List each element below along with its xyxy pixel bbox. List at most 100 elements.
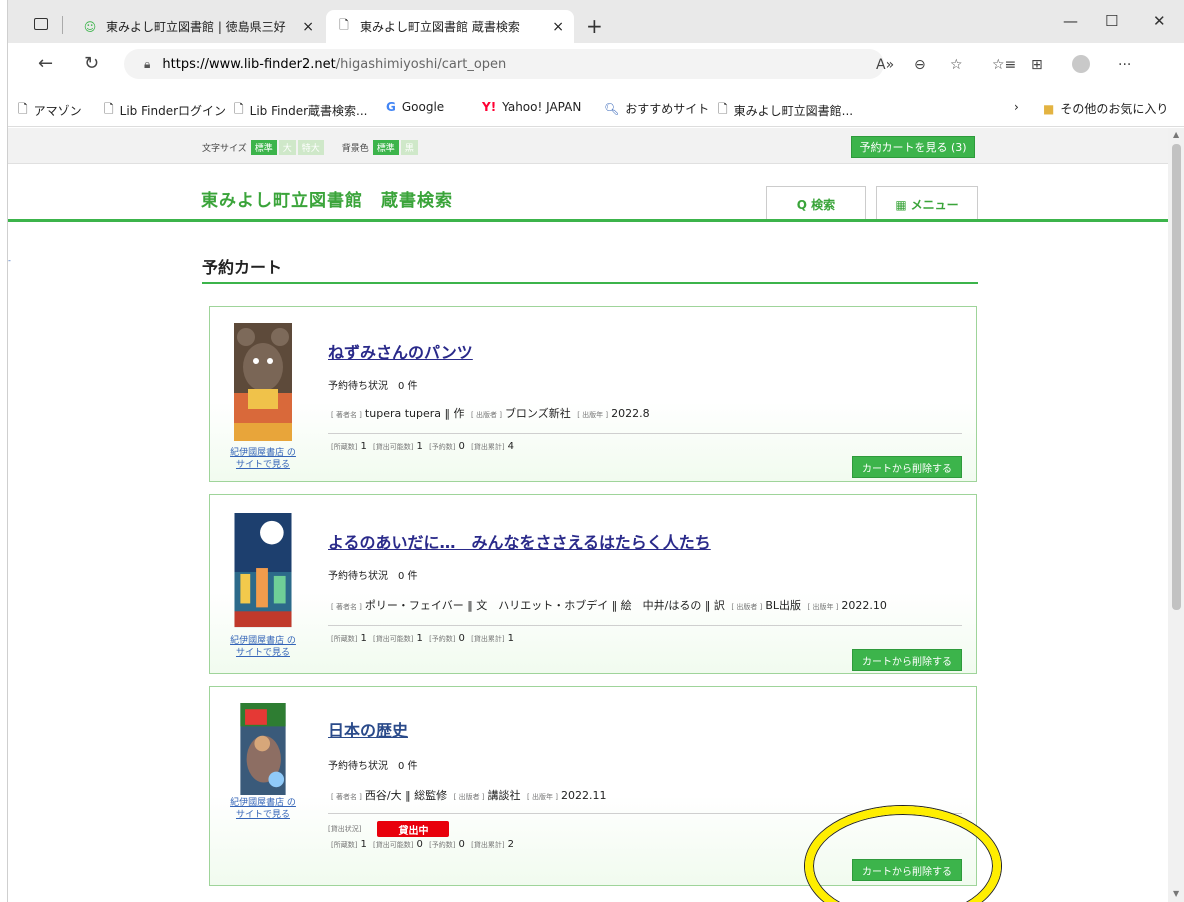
url-path: /higashimiyoshi/cart_open: [335, 56, 507, 72]
divider: [328, 813, 962, 814]
tab-title: 東みよし町立図書館 蔵書検索: [360, 20, 520, 34]
close-window-button[interactable]: ✕: [1153, 12, 1166, 30]
bookmark-libfinder-search[interactable]: 🗋 Lib Finder蔵書検索...: [234, 100, 367, 121]
profile-avatar[interactable]: [1072, 55, 1090, 73]
page-top-strip: 文字サイズ 標準 大 特大 背景色 標準 黒 予約カートを見る (3): [8, 128, 1168, 164]
lock-icon: 🔒︎: [144, 56, 151, 71]
refresh-icon[interactable]: ↻: [84, 53, 99, 74]
author: 西谷/大 ‖ 総監修: [364, 789, 448, 802]
lend-status-row: [貸出状況] 貸出中: [328, 821, 450, 837]
divider: [328, 625, 962, 626]
bg-black[interactable]: 黒: [400, 140, 418, 155]
font-size-label: 文字サイズ: [202, 144, 247, 154]
title-underline: [202, 282, 978, 284]
bookmark-recommended[interactable]: 🔍︎ おすすめサイト: [604, 100, 709, 117]
scroll-down-icon[interactable]: ▼: [1173, 889, 1179, 898]
other-favorites[interactable]: ■ その他のお気に入り: [1043, 100, 1168, 117]
address-bar-row: ← ↻ 🔒︎ https://www.lib-finder2.net /higa…: [8, 43, 1184, 87]
tab-title: 東みよし町立図書館 | 徳島県三好: [106, 20, 286, 34]
bookstore-link[interactable]: 紀伊國屋書店 のサイトで見る: [226, 635, 300, 659]
on-loan-badge: 貸出中: [377, 821, 450, 837]
url-field[interactable]: 🔒︎ https://www.lib-finder2.net /higashim…: [124, 49, 884, 79]
page-icon: 🗋: [339, 18, 349, 32]
font-size-normal[interactable]: 標準: [250, 140, 277, 155]
publisher: ブロンズ新社: [504, 407, 571, 420]
book-meta: [ 著者名 ] tupera tupera ‖ 作 [ 出版者 ] ブロンズ新社 […: [331, 407, 650, 420]
divider: [328, 433, 962, 434]
year: 2022.8: [611, 407, 650, 420]
font-size-xlarge[interactable]: 特大: [297, 140, 324, 155]
tab-close-icon[interactable]: ×: [302, 19, 314, 35]
menu-button[interactable]: ▦ メニュー: [876, 186, 978, 222]
page-title: 予約カート: [202, 258, 283, 277]
bg-color-label: 背景色: [341, 144, 369, 154]
cart-item: 紀伊國屋書店 のサイトで見る よるのあいだに… みんなをささえるはたらく人たち …: [209, 494, 977, 674]
bookstore-link[interactable]: 紀伊國屋書店 のサイトで見る: [226, 797, 300, 821]
more-menu-icon[interactable]: ···: [1118, 57, 1131, 73]
bookmark-yahoo[interactable]: Y! Yahoo! JAPAN: [482, 100, 581, 114]
book-meta: [ 著者名 ] 西谷/大 ‖ 総監修 [ 出版者 ] 講談社 [ 出版年 ] 2022…: [331, 789, 607, 802]
vertical-scrollbar[interactable]: ▲ ▼: [1168, 128, 1184, 902]
bookmark-library[interactable]: 🗋 東みよし町立図書館...: [718, 100, 853, 121]
favorites-bar: 🗋 アマゾン 🗋 Lib Finderログイン 🗋 Lib Finder蔵書検索...…: [8, 87, 1184, 127]
remove-from-cart-button[interactable]: カートから削除する: [852, 859, 962, 881]
publisher: BL出版: [765, 599, 801, 612]
back-arrow-icon[interactable]: ←: [38, 53, 53, 74]
google-icon: G: [386, 100, 396, 114]
library-favicon-icon: ☺: [83, 19, 97, 34]
cart-item: 紀伊國屋書店 のサイトで見る ねずみさんのパンツ 予約待ち状況 0 件 [ 著者…: [209, 306, 977, 482]
bg-normal[interactable]: 標準: [372, 140, 399, 155]
add-favorite-icon[interactable]: ☆: [950, 57, 963, 73]
scroll-up-icon[interactable]: ▲: [1173, 130, 1179, 139]
holding-stats: [所蔵数] 1 [貸出可能数] 1 [予約数] 0 [貸出累計] 1: [331, 633, 514, 644]
holding-stats: [所蔵数] 1 [貸出可能数] 1 [予約数] 0 [貸出累計] 4: [331, 441, 514, 452]
tab-catalog-search[interactable]: 🗋 東みよし町立図書館 蔵書検索 ×: [326, 10, 574, 43]
scroll-thumb[interactable]: [1172, 144, 1181, 610]
reservation-wait-status: 予約待ち状況 0 件: [328, 571, 418, 582]
new-tab-button[interactable]: +: [586, 14, 603, 38]
url-domain: https://www.lib-finder2.net: [162, 56, 336, 72]
search-icon: 🔍︎: [604, 101, 620, 116]
page-icon: 🗋: [18, 102, 28, 116]
book-cover-night: [234, 513, 292, 628]
bookmark-libfinder-login[interactable]: 🗋 Lib Finderログイン: [104, 100, 226, 121]
bookmark-google[interactable]: G Google: [386, 100, 444, 114]
book-cover-history: [240, 703, 286, 795]
cart-item: 紀伊國屋書店 のサイトで見る 日本の歴史 予約待ち状況 0 件 [ 著者名 ] 西…: [209, 686, 977, 886]
tab-library-home[interactable]: ☺ 東みよし町立図書館 | 徳島県三好 ×: [72, 10, 324, 43]
year: 2022.10: [841, 599, 887, 612]
search-button[interactable]: Q 検索: [766, 186, 866, 222]
header-divider: [8, 219, 1168, 222]
collections-icon[interactable]: ⊞: [1031, 57, 1043, 73]
holding-stats: [所蔵数] 1 [貸出可能数] 0 [予約数] 0 [貸出累計] 2: [331, 839, 514, 850]
zoom-icon[interactable]: ⊖: [914, 57, 926, 73]
browser-window: ☺ 東みよし町立図書館 | 徳島県三好 × 🗋 東みよし町立図書館 蔵書検索 ×…: [7, 0, 1184, 902]
remove-from-cart-button[interactable]: カートから削除する: [852, 456, 962, 478]
tab-close-icon[interactable]: ×: [552, 19, 564, 35]
page-icon: 🗋: [234, 102, 244, 116]
site-title[interactable]: 東みよし町立図書館 蔵書検索: [201, 186, 453, 211]
display-settings: 文字サイズ 標準 大 特大 背景色 標準 黒: [202, 140, 418, 155]
read-aloud-icon[interactable]: A»: [876, 57, 894, 73]
bookmark-amazon[interactable]: 🗋 アマゾン: [18, 100, 82, 121]
bookstore-link[interactable]: 紀伊國屋書店 のサイトで見る: [226, 447, 300, 471]
book-title-link[interactable]: よるのあいだに… みんなをささえるはたらく人たち: [328, 529, 711, 553]
tab-actions-icon[interactable]: [34, 18, 48, 30]
page-icon: 🗋: [104, 102, 114, 116]
font-size-large[interactable]: 大: [278, 140, 296, 155]
view-cart-button[interactable]: 予約カートを見る (3): [851, 136, 975, 158]
bookmarks-overflow-icon[interactable]: ›: [1014, 100, 1019, 114]
favorites-icon[interactable]: ☆≡: [992, 57, 1016, 73]
tab-separator: [62, 16, 63, 34]
author: ポリー・フェイバー ‖ 文 ハリエット・ホブデイ ‖ 絵 中井/はるの ‖ 訳: [364, 599, 725, 612]
book-title-link[interactable]: ねずみさんのパンツ: [328, 339, 473, 363]
minimize-button[interactable]: —: [1063, 12, 1078, 30]
yahoo-icon: Y!: [482, 100, 497, 114]
folder-icon: ■: [1043, 101, 1055, 116]
remove-from-cart-button[interactable]: カートから削除する: [852, 649, 962, 671]
tab-bar: ☺ 東みよし町立図書館 | 徳島県三好 × 🗋 東みよし町立図書館 蔵書検索 ×…: [8, 0, 1184, 43]
book-title-link[interactable]: 日本の歴史: [328, 717, 408, 741]
maximize-button[interactable]: ☐: [1105, 12, 1118, 30]
reservation-wait-status: 予約待ち状況 0 件: [328, 381, 418, 392]
grid-icon: ▦: [895, 197, 907, 212]
